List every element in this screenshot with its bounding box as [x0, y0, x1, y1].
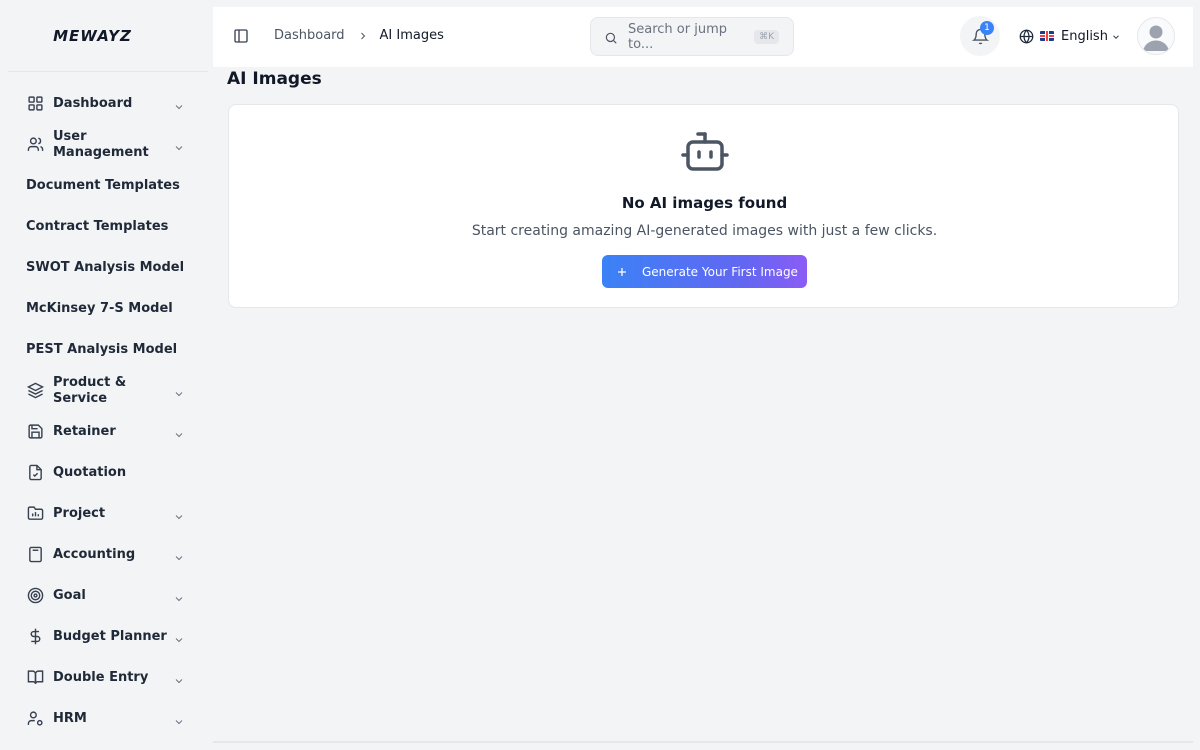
- grid-icon: [26, 95, 44, 113]
- folder-chart-icon: [26, 505, 44, 523]
- brand-logo[interactable]: MEWAYZ: [0, 0, 213, 72]
- breadcrumb-dashboard-link[interactable]: Dashboard: [274, 28, 345, 43]
- chevron-right-icon: [357, 30, 369, 42]
- sidebar-item-label: Product & Service: [53, 374, 127, 406]
- dollar-icon: [26, 628, 44, 646]
- search-shortcut: ⌘K: [754, 29, 779, 44]
- chevron-down-icon: [173, 590, 185, 602]
- sidebar-item-product-service[interactable]: Product & Service: [0, 370, 213, 411]
- sidebar-item-retainer[interactable]: Retainer: [0, 411, 213, 452]
- breadcrumb: Dashboard AI Images: [274, 28, 444, 43]
- layers-icon: [26, 382, 44, 400]
- sidebar-item-label: HRM: [53, 710, 87, 726]
- generate-first-image-button[interactable]: Generate Your First Image: [602, 255, 807, 288]
- sidebar-item-goal[interactable]: Goal: [0, 575, 213, 616]
- sidebar-item-budget-planner[interactable]: Budget Planner: [0, 616, 213, 657]
- notifications-button[interactable]: 1: [960, 16, 1000, 56]
- calculator-icon: [26, 546, 44, 564]
- sidebar-item-label: Accounting: [53, 546, 136, 562]
- main-content: AI Images No AI images found Start creat…: [213, 67, 1193, 743]
- sidebar-item-double-entry[interactable]: Double Entry: [0, 657, 213, 698]
- sidebar-item-label: Dashboard: [53, 95, 133, 111]
- empty-state-title: No AI images found: [621, 194, 788, 212]
- target-icon: [26, 587, 44, 605]
- sidebar-item-pest-analysis[interactable]: PEST Analysis Model: [0, 329, 213, 370]
- chevron-down-icon: [173, 139, 185, 151]
- sidebar-item-label: Double Entry: [53, 669, 149, 685]
- sidebar-nav: Dashboard User Management Document Templ…: [0, 83, 213, 739]
- sidebar-item-mckinsey-7s[interactable]: McKinsey 7-S Model: [0, 288, 213, 329]
- avatar[interactable]: [1137, 17, 1175, 55]
- file-check-icon: [26, 464, 44, 482]
- sidebar-item-label: McKinsey 7-S Model: [26, 300, 173, 316]
- robot-icon: [680, 131, 730, 173]
- brand-name: MEWAYZ: [53, 27, 132, 45]
- uk-flag-icon: [1040, 31, 1054, 41]
- search-placeholder: Search or jump to...: [628, 21, 727, 52]
- sidebar: MEWAYZ Dashboard User Management Documen…: [0, 0, 213, 750]
- sidebar-toggle-icon[interactable]: [233, 28, 249, 44]
- top-bar: Dashboard AI Images Search or jump to...…: [213, 7, 1193, 67]
- sidebar-item-swot-analysis[interactable]: SWOT Analysis Model: [0, 247, 213, 288]
- sidebar-item-label: Contract Templates: [26, 218, 169, 234]
- generate-button-label: Generate Your First Image: [642, 264, 798, 279]
- chevron-down-icon: [173, 426, 185, 438]
- sidebar-item-project[interactable]: Project: [0, 493, 213, 534]
- language-label: English: [1061, 28, 1108, 44]
- sidebar-item-label: User Management: [53, 128, 149, 160]
- search-input[interactable]: Search or jump to... ⌘K: [590, 17, 794, 56]
- globe-icon: [1019, 28, 1034, 44]
- empty-state-card: No AI images found Start creating amazin…: [228, 104, 1179, 308]
- language-selector[interactable]: English: [1019, 28, 1121, 44]
- sidebar-item-label: PEST Analysis Model: [26, 341, 178, 357]
- sidebar-item-hrm[interactable]: HRM: [0, 698, 213, 739]
- chevron-down-icon: [173, 98, 185, 110]
- notification-count-badge: 1: [980, 21, 994, 35]
- chevron-down-icon: [173, 672, 185, 684]
- sidebar-item-contract-templates[interactable]: Contract Templates: [0, 206, 213, 247]
- sidebar-item-label: SWOT Analysis Model: [26, 259, 185, 275]
- sidebar-item-label: Retainer: [53, 423, 116, 439]
- chevron-down-icon: [173, 508, 185, 520]
- sidebar-item-accounting[interactable]: Accounting: [0, 534, 213, 575]
- sidebar-item-label: Quotation: [53, 464, 127, 480]
- empty-state-subtitle: Start creating amazing AI-generated imag…: [471, 223, 938, 239]
- chevron-down-icon: [173, 549, 185, 561]
- book-icon: [26, 669, 44, 687]
- sidebar-item-label: Goal: [53, 587, 86, 603]
- sidebar-item-quotation[interactable]: Quotation: [0, 452, 213, 493]
- sidebar-divider: [8, 71, 208, 72]
- sidebar-item-label: Project: [53, 505, 106, 521]
- chevron-down-icon: [173, 631, 185, 643]
- save-icon: [26, 423, 44, 441]
- user-avatar-icon: [1138, 18, 1174, 54]
- sidebar-item-label: Budget Planner: [53, 628, 167, 644]
- user-cog-icon: [26, 710, 44, 728]
- chevron-down-icon: [173, 385, 185, 397]
- plus-icon: [616, 266, 628, 278]
- page-title: AI Images: [227, 69, 322, 89]
- breadcrumb-current: AI Images: [379, 28, 444, 43]
- users-icon: [26, 136, 44, 154]
- chevron-down-icon: [173, 713, 185, 725]
- search-icon: [604, 30, 618, 44]
- chevron-down-icon: [1111, 31, 1121, 41]
- sidebar-item-label: Document Templates: [26, 177, 180, 193]
- sidebar-item-user-management[interactable]: User Management: [0, 124, 213, 165]
- sidebar-item-dashboard[interactable]: Dashboard: [0, 83, 213, 124]
- sidebar-item-document-templates[interactable]: Document Templates: [0, 165, 213, 206]
